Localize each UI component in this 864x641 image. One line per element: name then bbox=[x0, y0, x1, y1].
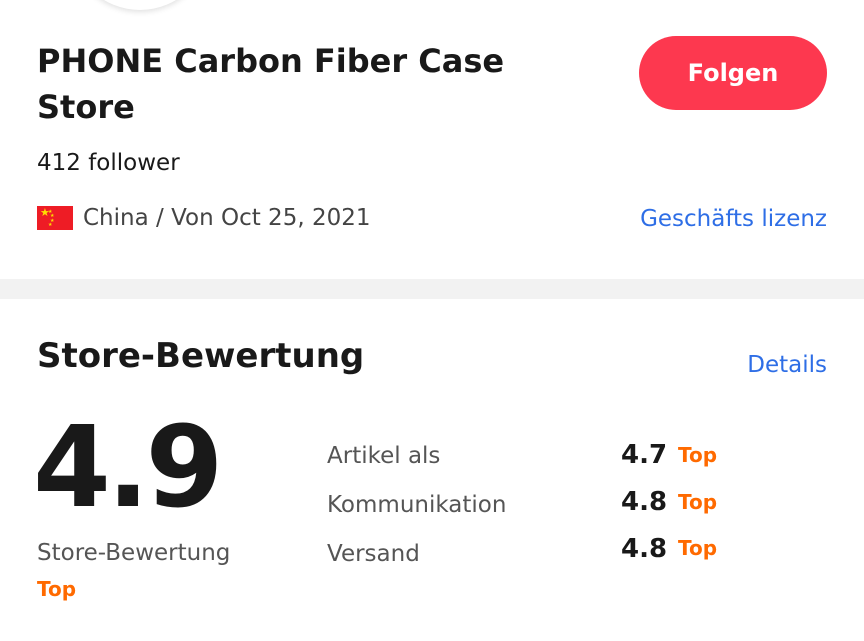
metric-value-shipping: 4.8 bbox=[621, 534, 668, 564]
store-name: PHONE Carbon Fiber Case Store bbox=[37, 42, 505, 126]
metric-value-items: 4.7 bbox=[621, 440, 668, 470]
metric-badge-items: Top bbox=[678, 443, 718, 467]
overall-score-label: Store-Bewertung bbox=[37, 540, 231, 566]
metric-badge-communication: Top bbox=[678, 490, 718, 514]
overall-score: 4.9 bbox=[33, 403, 223, 533]
rating-details-link[interactable]: Details bbox=[747, 352, 827, 378]
metric-label-communication: Kommunikation bbox=[327, 492, 507, 518]
china-flag-icon: ★ ★ ★ ★ ★ bbox=[37, 206, 73, 230]
follow-button[interactable]: Folgen bbox=[639, 36, 827, 110]
metric-badge-shipping: Top bbox=[678, 536, 718, 560]
business-license-link[interactable]: Geschäfts lizenz bbox=[640, 206, 827, 232]
metric-label-shipping: Versand bbox=[327, 541, 420, 567]
store-origin: ★ ★ ★ ★ ★ China / Von Oct 25, 2021 bbox=[37, 205, 370, 231]
overall-score-badge: Top bbox=[37, 577, 77, 601]
rating-section-title: Store-Bewertung bbox=[37, 336, 365, 376]
store-avatar bbox=[70, 0, 210, 10]
follower-count: 412 follower bbox=[37, 150, 180, 176]
section-divider bbox=[0, 279, 864, 299]
metric-label-items: Artikel als bbox=[327, 443, 441, 469]
metric-value-communication: 4.8 bbox=[621, 487, 668, 517]
origin-text: China / Von Oct 25, 2021 bbox=[83, 205, 371, 231]
